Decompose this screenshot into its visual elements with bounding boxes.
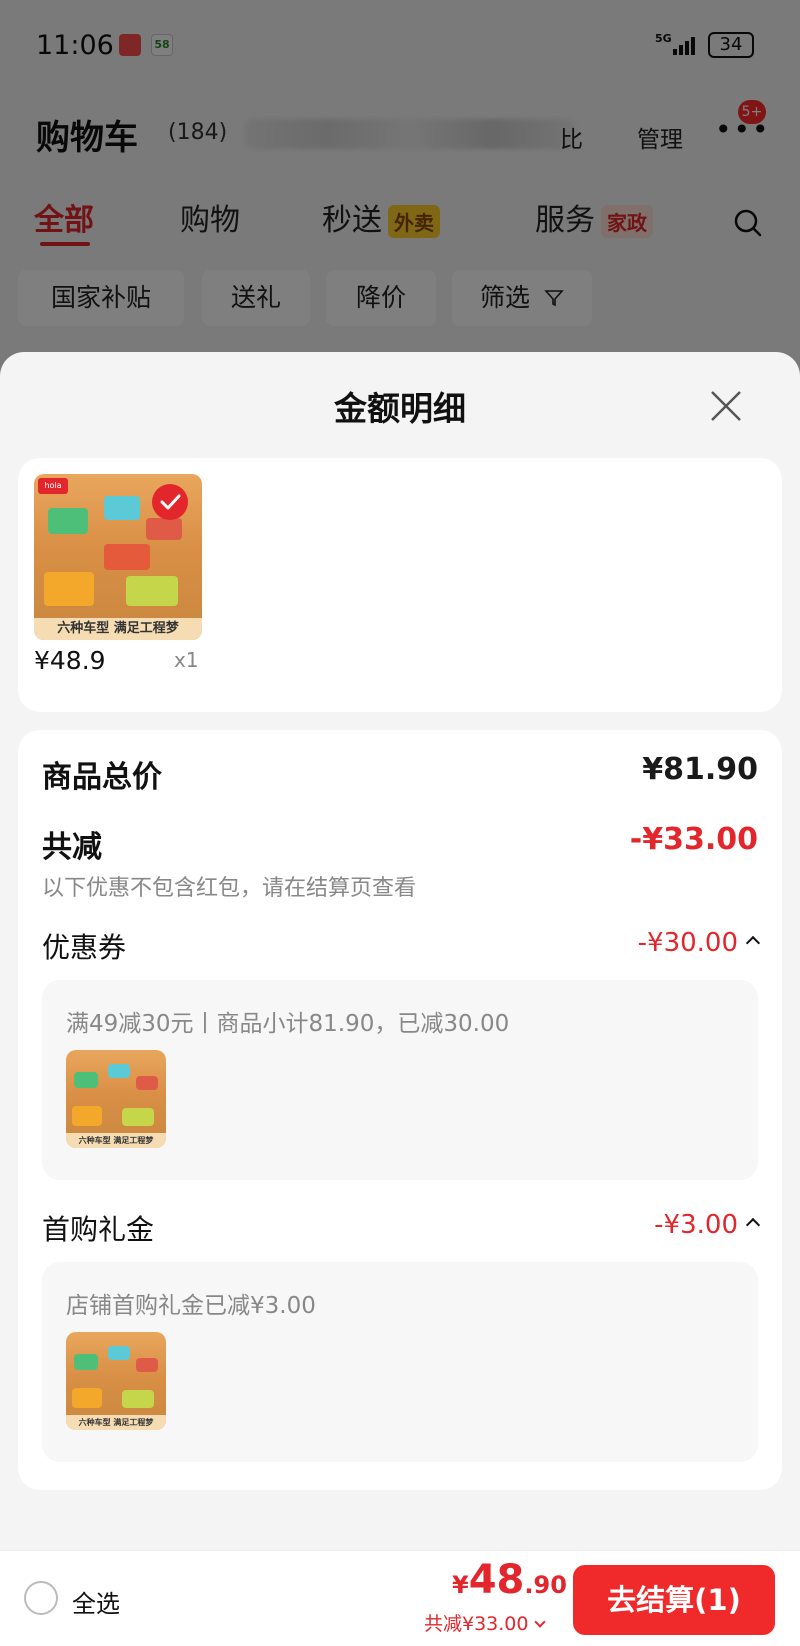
chevron-down-icon	[534, 1616, 547, 1628]
toy-car-image	[74, 1072, 98, 1088]
toy-car-image	[72, 1106, 102, 1126]
discount-summary: 共减¥33.00	[424, 1613, 529, 1635]
checkout-button[interactable]: 去结算(1)	[573, 1565, 775, 1635]
toy-car-image	[136, 1076, 158, 1090]
coupon-value: -¥30.00	[637, 928, 738, 958]
product-card: hola 六种车型 满足工程梦 ¥48.9 x1	[18, 458, 782, 712]
gift-detail-text: 店铺首购礼金已减¥3.00	[66, 1293, 316, 1319]
toy-car-image	[72, 1388, 102, 1408]
coupon-detail-text: 满49减30元丨商品小计81.90，已减30.00	[66, 1011, 510, 1037]
total-price: ¥48.90	[452, 1557, 567, 1603]
price-decimal: .90	[524, 1571, 567, 1599]
amount-detail-sheet: 金额明细 hola 六种车型 满足工程梦 ¥48.9 x1 商品总价 ¥81.9…	[0, 352, 800, 1646]
sheet-title: 金额明细	[334, 389, 466, 428]
discount-summary-toggle[interactable]: 共减¥33.00	[424, 1609, 547, 1636]
coupon-image-caption: 六种车型 满足工程梦	[66, 1133, 166, 1148]
discount-label: 共减	[42, 830, 102, 865]
select-all-label[interactable]: 全选	[72, 1584, 120, 1619]
toy-car-image	[146, 518, 182, 540]
discount-value: -¥33.00	[629, 822, 758, 857]
gift-value: -¥3.00	[654, 1210, 738, 1240]
product-quantity: x1	[174, 648, 199, 672]
total-price-label: 商品总价	[42, 760, 162, 795]
chevron-up-icon	[745, 1217, 761, 1233]
price-detail-card: 商品总价 ¥81.90 共减 -¥33.00 以下优惠不包含红包，请在结算页查看…	[18, 730, 782, 1490]
coupon-label: 优惠券	[42, 931, 127, 964]
toy-car-image	[44, 572, 94, 606]
toy-car-image	[104, 496, 140, 520]
price-integer: 48	[468, 1557, 525, 1603]
toy-car-image	[122, 1108, 154, 1126]
gift-toggle[interactable]: -¥3.00	[654, 1210, 761, 1240]
select-all-checkbox[interactable]	[24, 1581, 58, 1615]
toy-car-image	[126, 576, 178, 606]
chevron-up-icon	[745, 935, 761, 951]
toy-car-image	[48, 508, 88, 534]
product-price: ¥48.9	[34, 646, 106, 675]
gift-image-caption: 六种车型 满足工程梦	[66, 1415, 166, 1430]
gift-product-image: 六种车型 满足工程梦	[66, 1332, 166, 1430]
toy-car-image	[122, 1390, 154, 1408]
toy-car-image	[104, 544, 150, 570]
toy-car-image	[136, 1358, 158, 1372]
product-image[interactable]: hola 六种车型 满足工程梦	[34, 474, 202, 640]
product-image-caption: 六种车型 满足工程梦	[34, 618, 202, 640]
coupon-product-image: 六种车型 满足工程梦	[66, 1050, 166, 1148]
total-price-value: ¥81.90	[642, 752, 758, 787]
discount-note: 以下优惠不包含红包，请在结算页查看	[42, 876, 417, 901]
toy-car-image	[108, 1064, 130, 1078]
toy-car-image	[108, 1346, 130, 1360]
gift-label: 首购礼金	[42, 1213, 155, 1246]
brand-logo: hola	[38, 478, 68, 494]
checkout-bar: 全选 ¥48.90 共减¥33.00 去结算(1)	[0, 1550, 800, 1646]
coupon-detail-box: 满49减30元丨商品小计81.90，已减30.00 六种车型 满足工程梦	[42, 980, 758, 1180]
toy-car-image	[74, 1354, 98, 1370]
selected-check-icon	[152, 484, 188, 520]
currency-symbol: ¥	[452, 1571, 469, 1599]
coupon-toggle[interactable]: -¥30.00	[637, 928, 761, 958]
gift-detail-box: 店铺首购礼金已减¥3.00 六种车型 满足工程梦	[42, 1262, 758, 1462]
close-icon[interactable]	[706, 386, 746, 426]
